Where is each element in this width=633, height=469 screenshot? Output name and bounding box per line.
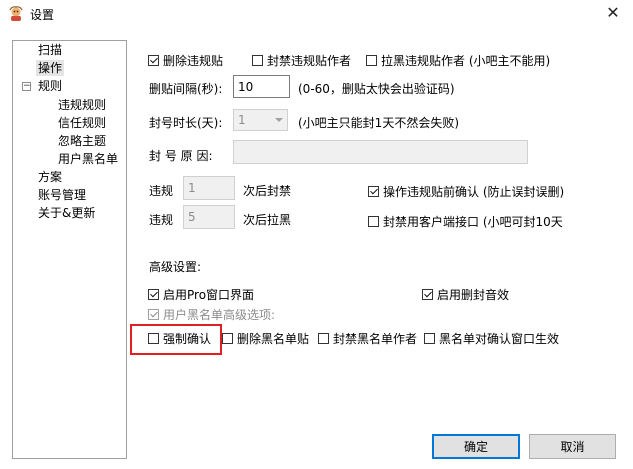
title-bar <box>0 0 633 28</box>
checkbox-box <box>422 289 433 300</box>
checkbox-box <box>148 309 159 320</box>
disable-client-api-checkbox[interactable]: 封禁用客户端接口 (小吧可封10天 <box>368 213 563 230</box>
tree-item-scan[interactable]: 扫描 <box>38 42 62 58</box>
tree-item-about[interactable]: 关于&更新 <box>38 205 95 221</box>
tree-item-rules[interactable]: 规则 <box>38 78 62 94</box>
window-title: 设置 <box>30 8 55 22</box>
violation-ban-count-input[interactable]: 1 <box>183 176 235 200</box>
blacklist-confirm-window-checkbox[interactable]: 黑名单对确认窗口生效 <box>424 330 559 347</box>
interval-input[interactable]: 10 <box>233 75 290 98</box>
checkbox-box <box>424 333 435 344</box>
ok-button[interactable]: 确定 <box>432 434 520 459</box>
delete-blacklist-post-checkbox[interactable]: 删除黑名单贴 <box>222 330 309 347</box>
violation-blacklist-prefix: 违规 <box>149 213 174 227</box>
blacklist-advanced-checkbox[interactable]: 用户黑名单高级选项: <box>148 306 275 323</box>
delete-sound-checkbox[interactable]: 启用删封音效 <box>422 286 509 303</box>
ban-reason-label: 封 号 原 因: <box>149 149 213 163</box>
checkbox-box <box>252 55 263 66</box>
chevron-down-icon <box>275 118 283 122</box>
interval-hint: (0-60，删贴太快会出验证码) <box>298 82 455 96</box>
ban-duration-label: 封号时长(天): <box>149 116 223 130</box>
checkbox-box <box>148 289 159 300</box>
advanced-heading: 高级设置: <box>149 260 202 274</box>
highlight-box <box>130 324 222 355</box>
confirm-before-action-checkbox[interactable]: 操作违规贴前确认 (防止误封误删) <box>368 183 564 200</box>
cancel-button[interactable]: 取消 <box>529 434 616 459</box>
blacklist-author-checkbox[interactable]: 拉黑违规贴作者 (小吧主不能用) <box>366 52 550 69</box>
ban-duration-select[interactable]: 1 <box>233 109 288 131</box>
checkbox-box <box>368 216 379 227</box>
pro-ui-checkbox[interactable]: 启用Pro窗口界面 <box>148 286 254 303</box>
violation-ban-prefix: 违规 <box>149 184 174 198</box>
interval-label: 删贴间隔(秒): <box>149 82 223 96</box>
ban-author-checkbox[interactable]: 封禁违规贴作者 <box>252 52 351 69</box>
checkbox-box <box>368 186 379 197</box>
ban-duration-hint: (小吧主只能封1天不然会失败) <box>298 116 459 130</box>
tree-item-user-blacklist[interactable]: 用户黑名单 <box>58 151 118 167</box>
violation-ban-suffix: 次后封禁 <box>243 184 292 198</box>
tree-item-operation[interactable]: 操作 <box>36 60 65 76</box>
tree-item-account[interactable]: 账号管理 <box>38 187 86 203</box>
violation-blacklist-suffix: 次后拉黑 <box>243 213 292 227</box>
tree-item-ignore-topics[interactable]: 忽略主题 <box>58 133 106 149</box>
violation-blacklist-count-input[interactable]: 5 <box>183 205 235 229</box>
checkbox-box <box>366 55 377 66</box>
collapse-icon[interactable]: − <box>22 82 31 91</box>
checkbox-box <box>222 333 233 344</box>
ban-blacklist-author-checkbox[interactable]: 封禁黑名单作者 <box>318 330 417 347</box>
tree-item-trust-rules[interactable]: 信任规则 <box>58 115 106 131</box>
delete-post-checkbox[interactable]: 删除违规贴 <box>148 52 223 69</box>
checkbox-box <box>318 333 329 344</box>
app-icon <box>9 6 23 21</box>
close-icon[interactable]: ✕ <box>598 2 628 26</box>
tree-item-violation-rules[interactable]: 违规规则 <box>58 97 106 113</box>
checkbox-box <box>148 55 159 66</box>
tree-item-schemes[interactable]: 方案 <box>38 169 62 185</box>
ban-reason-input[interactable] <box>233 140 528 164</box>
